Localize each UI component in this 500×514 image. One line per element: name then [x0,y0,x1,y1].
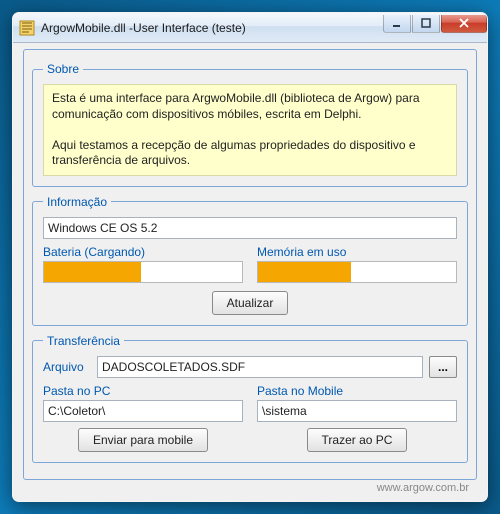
battery-fill [44,262,141,282]
about-text: Esta é uma interface para ArgwoMobile.dl… [43,84,457,176]
file-label: Arquivo [43,360,91,374]
maximize-button[interactable] [412,15,440,33]
titlebar[interactable]: ArgowMobile.dll -User Interface (teste) [13,13,487,43]
transfer-group: Transferência Arquivo ... Pasta no PC Pa… [32,334,468,463]
refresh-button[interactable]: Atualizar [212,291,289,315]
bring-to-pc-button[interactable]: Trazer ao PC [307,428,408,452]
client-area: Sobre Esta é uma interface para ArgwoMob… [13,43,487,498]
memory-progress [257,261,457,283]
about-line2: Aqui testamos a recepção de algumas prop… [52,138,448,169]
main-panel: Sobre Esta é uma interface para ArgwoMob… [23,49,477,480]
info-legend: Informação [43,195,111,209]
window-buttons [382,15,487,35]
minimize-button[interactable] [383,15,411,33]
pc-folder-label: Pasta no PC [43,384,243,398]
mobile-folder-input[interactable] [257,400,457,422]
info-group: Informação Bateria (Cargando) Memória em… [32,195,468,326]
file-input[interactable] [97,356,423,378]
send-to-mobile-button[interactable]: Enviar para mobile [78,428,208,452]
about-group: Sobre Esta é uma interface para ArgwoMob… [32,62,468,187]
pc-folder-input[interactable] [43,400,243,422]
close-button[interactable] [441,15,487,33]
app-icon [19,20,35,36]
footer-link[interactable]: www.argow.com.br [23,480,477,494]
memory-label: Memória em uso [257,245,457,259]
about-legend: Sobre [43,62,83,76]
mobile-folder-label: Pasta no Mobile [257,384,457,398]
battery-progress [43,261,243,283]
memory-fill [258,262,351,282]
transfer-legend: Transferência [43,334,124,348]
about-line1: Esta é uma interface para ArgwoMobile.dl… [52,91,448,122]
window-title: ArgowMobile.dll -User Interface (teste) [41,21,382,35]
app-window: ArgowMobile.dll -User Interface (teste) … [12,12,488,502]
browse-button[interactable]: ... [429,356,457,378]
battery-label: Bateria (Cargando) [43,245,243,259]
os-field[interactable] [43,217,457,239]
